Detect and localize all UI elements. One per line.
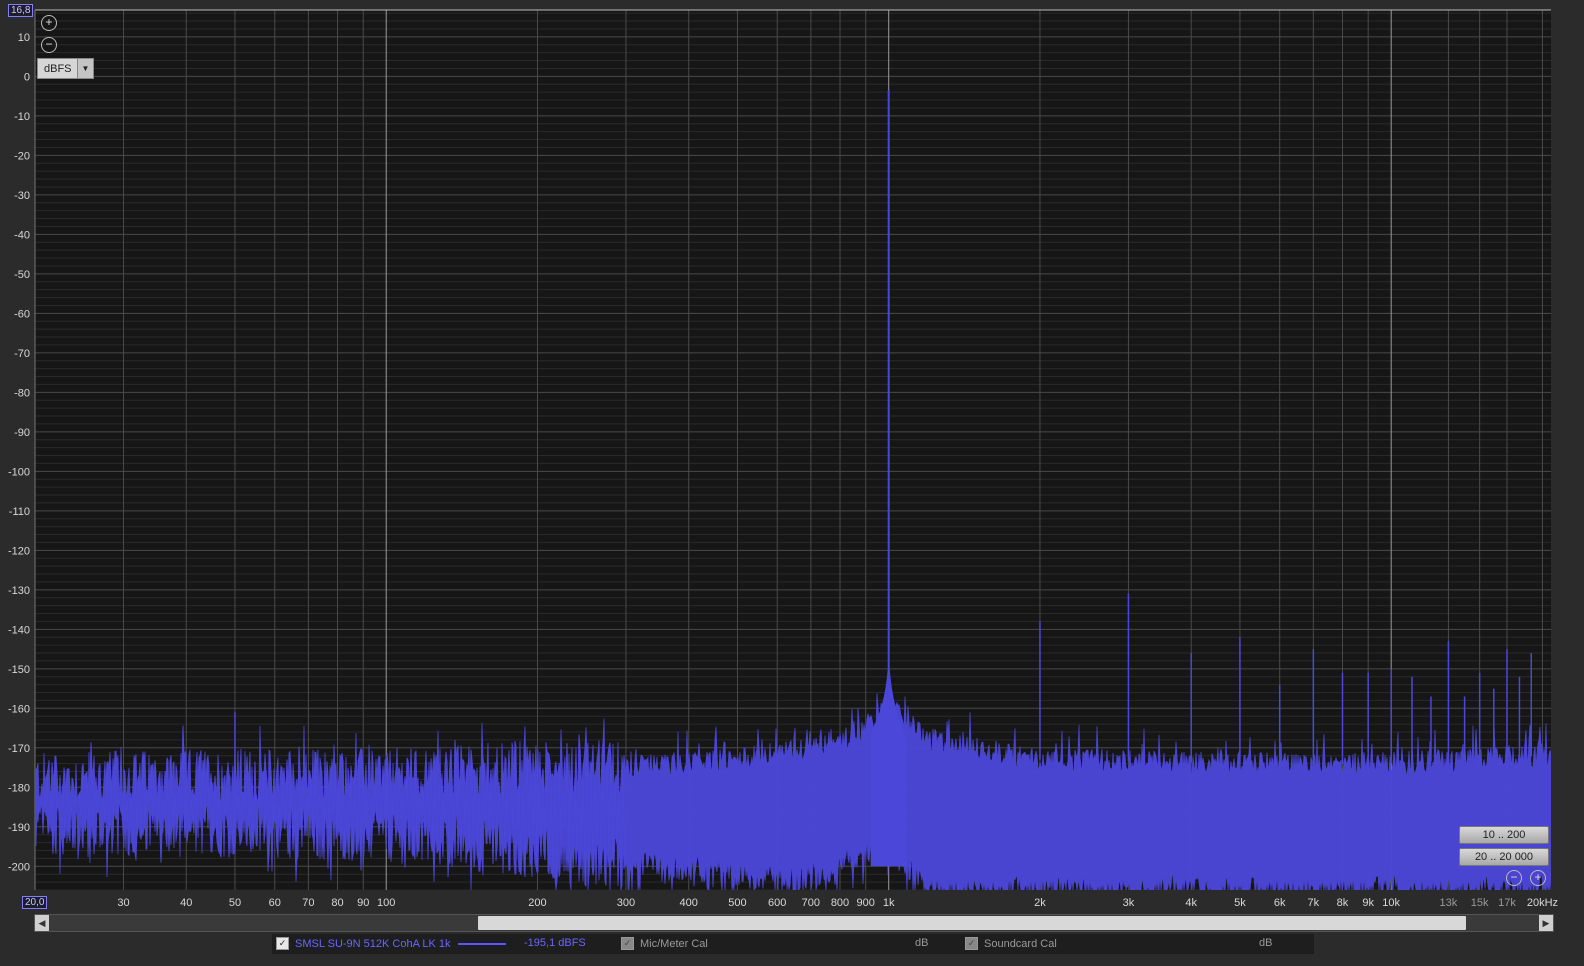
x-tick-label: 13k [1440, 897, 1458, 909]
checkbox-checked-icon[interactable]: ✓ [965, 937, 978, 950]
legend-mic-cal-label: Mic/Meter Cal [640, 937, 708, 950]
x-tick-label: 60 [269, 897, 281, 909]
y-tick-label: -110 [9, 506, 30, 518]
y-tick-label: -200 [8, 861, 30, 873]
y-tick-label: -50 [14, 269, 30, 281]
y-tick-label: -160 [8, 703, 30, 715]
legend-mic-cal-item[interactable]: ✓ Mic/Meter Cal [621, 937, 708, 950]
y-tick-label: -140 [8, 624, 30, 636]
legend-trace-name: SMSL SU-9N 512K CohA LK 1k [295, 937, 451, 950]
x-tick-label: 80 [331, 897, 343, 909]
y-tick-label: -10 [14, 111, 30, 123]
y-tick-label: -40 [14, 229, 30, 241]
y-tick-label: -150 [8, 664, 30, 676]
range-preset-button[interactable]: 10 .. 200 [1459, 826, 1549, 844]
y-tick-label: -100 [8, 466, 30, 478]
checkbox-checked-icon[interactable]: ✓ [276, 937, 289, 950]
x-zoom-out-icon[interactable]: − [1506, 870, 1522, 886]
range-preset-button[interactable]: 20 .. 20 000 [1459, 848, 1549, 866]
y-tick-label: -20 [14, 150, 30, 162]
x-tick-label: 10k [1382, 897, 1400, 909]
x-tick-label: 100 [377, 897, 395, 909]
legend-trace-value: -195,1 dBFS [524, 937, 586, 949]
horizontal-scrollbar[interactable]: ◀ ▶ [34, 914, 1554, 932]
x-axis-tick-labels: 30 40 50 60 70 80 90 100 200 300 400 500 600 700 800 90… [117, 897, 1558, 909]
x-tick-label: 6k [1274, 897, 1286, 909]
x-tick-label: 5k [1234, 897, 1246, 909]
legend-soundcard-cal-label: Soundcard Cal [984, 937, 1057, 950]
y-tick-label: -60 [14, 308, 30, 320]
x-tick-label: 800 [831, 897, 849, 909]
legend-line-swatch [458, 943, 506, 945]
y-tick-label: -90 [14, 427, 30, 439]
x-tick-label: 700 [802, 897, 820, 909]
x-tick-label: 20kHz [1527, 897, 1558, 909]
y-max-value[interactable]: 16,8 [8, 4, 34, 17]
y-tick-label: -70 [14, 348, 30, 360]
y-tick-label: -180 [8, 782, 30, 794]
x-tick-label: 90 [357, 897, 369, 909]
chevron-down-icon[interactable]: ▼ [77, 59, 93, 78]
x-tick-label: 9k [1362, 897, 1374, 909]
x-tick-label: 50 [229, 897, 241, 909]
x-tick-label: 400 [680, 897, 698, 909]
y-tick-label: -30 [14, 190, 30, 202]
x-min-value[interactable]: 20,0 [22, 896, 48, 909]
x-tick-label: 500 [728, 897, 746, 909]
y-axis-tick-labels: 10 0 -10 -20 -30 -40 -50 -60 -70 -80 -90 -100 -110 -1… [8, 32, 30, 873]
x-tick-label: 1k [883, 897, 895, 909]
legend-mic-cal-unit: dB [915, 937, 929, 949]
y-tick-label: -120 [8, 545, 30, 557]
x-tick-label: 8k [1337, 897, 1349, 909]
y-tick-label: -80 [14, 387, 30, 399]
x-tick-label: 30 [117, 897, 129, 909]
y-zoom-out-icon[interactable]: − [41, 37, 57, 53]
legend-trace-item[interactable]: ✓ SMSL SU-9N 512K CohA LK 1k [276, 937, 451, 950]
x-tick-label: 7k [1308, 897, 1320, 909]
legend-bar: ✓ SMSL SU-9N 512K CohA LK 1k -195,1 dBFS… [272, 934, 1314, 954]
x-tick-label: 600 [768, 897, 786, 909]
x-tick-label: 70 [302, 897, 314, 909]
y-zoom-in-icon[interactable]: + [41, 15, 57, 31]
y-tick-label: 0 [24, 71, 30, 83]
x-tick-label: 40 [180, 897, 192, 909]
scroll-thumb[interactable] [478, 916, 1466, 930]
unit-dropdown[interactable]: dBFS ▼ [37, 58, 94, 79]
x-tick-label: 3k [1123, 897, 1135, 909]
x-tick-label: 300 [617, 897, 635, 909]
y-tick-label: -190 [8, 822, 30, 834]
x-tick-label: 2k [1034, 897, 1046, 909]
x-tick-label: 15k [1471, 897, 1489, 909]
legend-soundcard-cal-unit: dB [1259, 937, 1273, 949]
spectrum-chart[interactable]: 100-10-20-30-40-50-60-70-80-90-100-110-1… [0, 0, 1584, 966]
checkbox-checked-icon[interactable]: ✓ [621, 937, 634, 950]
unit-value: dBFS [44, 62, 72, 75]
scroll-left-icon[interactable]: ◀ [35, 915, 49, 931]
x-tick-label: 200 [528, 897, 546, 909]
x-zoom-in-icon[interactable]: + [1530, 870, 1546, 886]
y-tick-label: 10 [18, 32, 30, 44]
y-tick-label: -130 [8, 585, 30, 597]
scroll-right-icon[interactable]: ▶ [1539, 915, 1553, 931]
y-tick-label: -170 [8, 743, 30, 755]
x-tick-label: 17k [1498, 897, 1516, 909]
x-tick-label: 900 [857, 897, 875, 909]
legend-soundcard-cal-item[interactable]: ✓ Soundcard Cal [965, 937, 1057, 950]
x-tick-label: 4k [1185, 897, 1197, 909]
